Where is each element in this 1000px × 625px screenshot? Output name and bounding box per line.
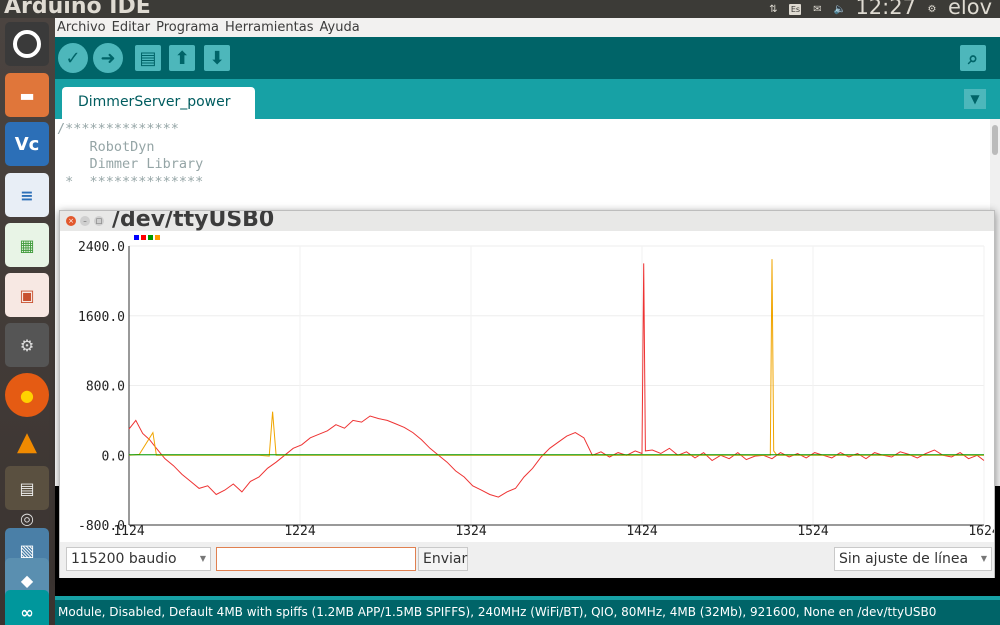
ubuntu-dash-icon[interactable] — [5, 22, 49, 66]
scroll-thumb[interactable] — [992, 125, 998, 155]
system-settings-icon[interactable]: ⚙ — [5, 323, 49, 367]
verify-button[interactable]: ✓ — [58, 43, 88, 73]
arrow-up-icon: ⬆ — [174, 47, 190, 69]
magnifier-icon: ⌕ — [967, 47, 979, 69]
keyboard-layout-indicator[interactable]: Es — [789, 3, 802, 15]
clock[interactable]: 12:27 — [855, 0, 916, 19]
volume-icon[interactable]: 🔈 — [833, 4, 845, 15]
system-tray: ⇅ Es ✉ 🔈 12:27 ⚙ elov — [767, 0, 992, 19]
baud-rate-select[interactable]: 115200 baudio ▼ — [66, 547, 211, 571]
files-icon[interactable]: ▬ — [5, 73, 49, 117]
new-button[interactable]: ▤ — [135, 45, 161, 71]
x-tick-label: 1624 — [968, 524, 994, 539]
menu-ayuda[interactable]: Ayuda — [320, 20, 360, 35]
y-tick-label: 1600.0 — [78, 310, 125, 325]
legend-swatch — [155, 235, 160, 240]
plotter-title: /dev/ttyUSB0 — [112, 211, 275, 231]
calc-icon[interactable]: ▦ — [5, 223, 49, 267]
toolbar: ✓ ➜ ▤ ⬆ ⬇ ⌕ — [55, 37, 1000, 79]
code-line: /************** — [57, 121, 179, 137]
line-ending-value: Sin ajuste de línea — [839, 551, 969, 567]
top-panel: Arduino IDE ⇅ Es ✉ 🔈 12:27 ⚙ elov — [0, 0, 1000, 19]
code-line: * ************** — [57, 173, 204, 190]
maximize-icon[interactable]: □ — [94, 216, 104, 226]
legend-swatch — [134, 235, 139, 240]
x-tick-label: 1524 — [797, 524, 828, 539]
menu-editar[interactable]: Editar — [112, 20, 151, 35]
line-ending-select[interactable]: Sin ajuste de línea ▼ — [834, 547, 992, 571]
document-icon: ▤ — [139, 47, 157, 69]
code-line: Dimmer Library — [57, 156, 204, 172]
y-tick-label: 800.0 — [86, 380, 125, 395]
status-bar: Module, Disabled, Default 4MB with spiff… — [55, 600, 1000, 625]
dropdown-arrow-icon: ▼ — [199, 554, 206, 563]
send-button[interactable]: Enviar — [418, 547, 468, 571]
legend-swatch — [148, 235, 153, 240]
save-button[interactable]: ⬇ — [204, 45, 230, 71]
menu-herramientas[interactable]: Herramientas — [225, 20, 314, 35]
plotter-titlebar[interactable]: × – □ /dev/ttyUSB0 — [60, 211, 994, 231]
impress-icon[interactable]: ▣ — [5, 273, 49, 317]
plot-area: 2400.0 1600.0 800.0 0.0 -800.0 1124 1224 1324 14… — [60, 231, 994, 542]
x-tick-label: 1124 — [113, 524, 144, 539]
tab-strip: DimmerServer_power ▼ — [55, 79, 1000, 119]
gear-icon[interactable]: ⚙ — [926, 4, 938, 15]
plotter-controls: 115200 baudio ▼ Enviar Sin ajuste de lín… — [60, 542, 994, 578]
close-icon[interactable]: × — [66, 216, 76, 226]
dropdown-arrow-icon: ▼ — [980, 554, 987, 563]
y-tick-label: 2400.0 — [78, 240, 125, 255]
code-line: RobotDyn — [57, 138, 155, 155]
series-line — [128, 259, 984, 457]
firefox-icon[interactable]: ● — [5, 373, 49, 417]
plot-chart: 2400.01600.0800.00.0-800.01124 1224 1324 14… — [78, 235, 994, 539]
arrow-right-icon: ➜ — [100, 47, 116, 69]
tab-sketch[interactable]: DimmerServer_power — [62, 87, 255, 119]
baud-rate-value: 115200 baudio — [71, 551, 177, 567]
mail-icon[interactable]: ✉ — [811, 4, 823, 15]
user-name[interactable]: elov — [948, 0, 992, 19]
launcher: ▬ Vc ≡ ▦ ▣ ⚙ ● ▲ ▤ ◎ ▧ ◆ ∞ — [0, 18, 55, 625]
writer-icon[interactable]: ≡ — [5, 173, 49, 217]
menu-bar: Archivo Editar Programa Herramientas Ayu… — [55, 18, 1000, 37]
checkmark-icon: ✓ — [65, 47, 81, 69]
app-title: Arduino IDE — [4, 0, 151, 19]
x-tick-label: 1224 — [284, 524, 315, 539]
serial-plotter-window: × – □ /dev/ttyUSB0 2400.0 1600.0 800.0 0.0-… — [59, 210, 995, 578]
y-tick-label: 0.0 — [102, 449, 125, 464]
vnc-viewer-icon[interactable]: Vc — [5, 122, 49, 166]
x-tick-label: 1324 — [455, 524, 486, 539]
menu-programa[interactable]: Programa — [156, 20, 219, 35]
arrow-down-icon: ⬇ — [209, 47, 225, 69]
network-icon[interactable]: ⇅ — [767, 4, 779, 15]
legend-swatch — [141, 235, 146, 240]
x-tick-label: 1424 — [626, 524, 657, 539]
chevron-down-icon: ▼ — [970, 92, 980, 106]
serial-input[interactable] — [216, 547, 416, 571]
open-button[interactable]: ⬆ — [169, 45, 195, 71]
upload-button[interactable]: ➜ — [93, 43, 123, 73]
arduino-icon[interactable]: ∞ — [5, 590, 49, 625]
menu-archivo[interactable]: Archivo — [57, 20, 106, 35]
series-line — [128, 263, 985, 498]
serial-monitor-button[interactable]: ⌕ — [960, 45, 986, 71]
vlc-icon[interactable]: ▲ — [5, 420, 49, 464]
minimize-icon[interactable]: – — [80, 216, 90, 226]
tab-menu-button[interactable]: ▼ — [964, 89, 986, 109]
